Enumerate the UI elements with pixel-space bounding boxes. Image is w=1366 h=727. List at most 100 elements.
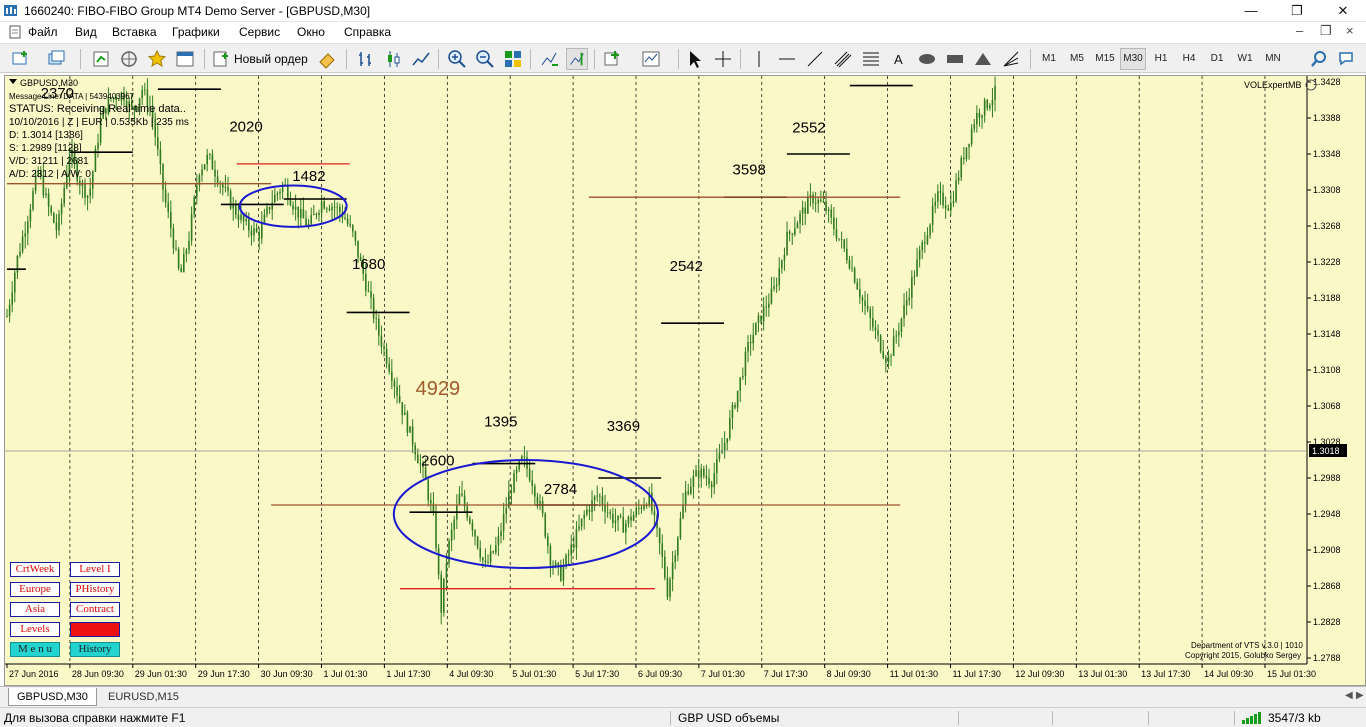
line-chart-icon[interactable] [410,48,432,70]
vertical-line-icon[interactable] [748,48,770,70]
menu-view[interactable]: Вид [75,25,97,39]
candle-body [385,348,388,364]
menu-file[interactable]: Файл [28,25,58,39]
expert-advisors-icon[interactable] [316,48,338,70]
candle-body [895,335,898,337]
asia-button[interactable]: Asia [10,602,60,617]
europe-button[interactable]: Europe [10,582,60,597]
trend-line-icon[interactable] [804,48,826,70]
candle-body [157,136,159,150]
data-window-icon[interactable] [146,48,168,70]
red-toggle-button[interactable] [70,622,120,637]
candle-body [474,530,476,537]
timeframe-mn[interactable]: MN [1260,48,1286,70]
community-icon[interactable] [1336,48,1358,70]
crtweek-button[interactable]: CrtWeek [10,562,60,577]
timeframe-m1[interactable]: M1 [1036,48,1062,70]
history-button[interactable]: History [70,642,120,657]
candle-body [227,186,229,192]
candle-body [775,284,778,287]
candle-body [349,223,352,226]
indicators-icon[interactable] [602,48,624,70]
contract-button[interactable]: Contract [70,602,120,617]
timeframe-m30[interactable]: M30 [1120,48,1146,70]
candle-body [235,204,237,215]
collapse-arrow-icon[interactable] [9,79,17,84]
timeframe-h1[interactable]: H1 [1148,48,1174,70]
minimize-button[interactable]: — [1228,0,1274,22]
terminal-icon[interactable] [174,48,196,70]
candle-body [11,292,14,305]
timeframe-m5[interactable]: M5 [1064,48,1090,70]
candle-body [489,551,492,563]
new-chart-icon[interactable] [10,48,32,70]
search-icon[interactable] [1308,48,1330,70]
chart-window[interactable]: 2370 2020 1482 1680 4929 1395 2600 2784 3369 2542… [4,75,1366,686]
tab-eurusd-m15[interactable]: EURUSD,M15 [100,688,187,706]
timeframe-w1[interactable]: W1 [1232,48,1258,70]
candle-body [632,514,635,521]
candle-body [357,240,359,258]
fibonacci-icon[interactable] [860,48,882,70]
triangle-tool-icon[interactable] [972,48,994,70]
menu-button[interactable]: M e n u [10,642,60,657]
timeframe-d1[interactable]: D1 [1204,48,1230,70]
y-tick-label: 1.2948 [1313,509,1341,519]
message-line: Message Line: DATA | 5439403967 [9,92,135,101]
rectangle-tool-icon[interactable] [944,48,966,70]
new-order-button[interactable]: Новый ордер [234,48,308,70]
candle-body [677,537,679,556]
crosshair-icon[interactable] [712,48,734,70]
candle-body [427,479,430,501]
candle-body [307,223,310,226]
navigator-icon[interactable] [118,48,140,70]
zoom-in-icon[interactable] [446,48,468,70]
levels-button[interactable]: Levels [10,622,60,637]
menu-tools[interactable]: Сервис [239,25,280,39]
tabs-scroll-right-icon[interactable]: ▶ [1356,690,1364,701]
candle-body [261,222,263,239]
menu-insert[interactable]: Вставка [112,25,157,39]
document-icon[interactable] [8,25,22,39]
fibo-fan-icon[interactable] [1000,48,1022,70]
price-chart[interactable]: 2370202014821680492913952600278433692542… [5,76,1365,685]
child-restore-button[interactable]: ❐ [1320,23,1332,39]
tabs-scroll-left-icon[interactable]: ◀ [1345,690,1353,701]
profiles-icon[interactable] [46,48,68,70]
child-minimize-button[interactable]: – [1296,23,1303,38]
phistory-button[interactable]: PHistory [70,582,120,597]
horizontal-line-icon[interactable] [776,48,798,70]
close-button[interactable]: ✕ [1320,0,1366,22]
candle-body [617,515,619,521]
volume-label: 4929 [416,378,461,400]
text-tool-icon[interactable]: A [888,48,910,70]
templates-icon[interactable] [640,48,662,70]
x-tick-label: 7 Jul 17:30 [764,669,808,679]
channel-icon[interactable] [832,48,854,70]
volume-delta-line: V/D: 31211 | 2681 [9,156,89,167]
market-watch-icon[interactable] [90,48,112,70]
candle-body [840,239,843,240]
level-i-button[interactable]: Level I [70,562,120,577]
tile-windows-icon[interactable] [502,48,524,70]
candle-body [734,404,736,408]
zoom-out-icon[interactable] [474,48,496,70]
tab-gbpusd-m30[interactable]: GBPUSD,M30 [8,688,97,706]
menu-help[interactable]: Справка [344,25,391,39]
bar-chart-icon[interactable] [354,48,376,70]
cursor-icon[interactable] [684,48,706,70]
chart-shift-icon[interactable] [566,48,588,70]
candlestick-icon[interactable] [382,48,404,70]
ellipse-tool-icon[interactable] [916,48,938,70]
candle-body [807,196,809,214]
candle-body [513,473,515,493]
menu-charts[interactable]: Графики [172,25,220,39]
new-order-icon[interactable] [210,48,232,70]
timeframe-h4[interactable]: H4 [1176,48,1202,70]
timeframe-m15[interactable]: M15 [1092,48,1118,70]
child-close-button[interactable]: × [1346,23,1354,38]
autoscroll-icon[interactable] [538,48,560,70]
candle-body [983,99,986,116]
menu-window[interactable]: Окно [297,25,325,39]
maximize-button[interactable]: ❐ [1274,0,1320,22]
